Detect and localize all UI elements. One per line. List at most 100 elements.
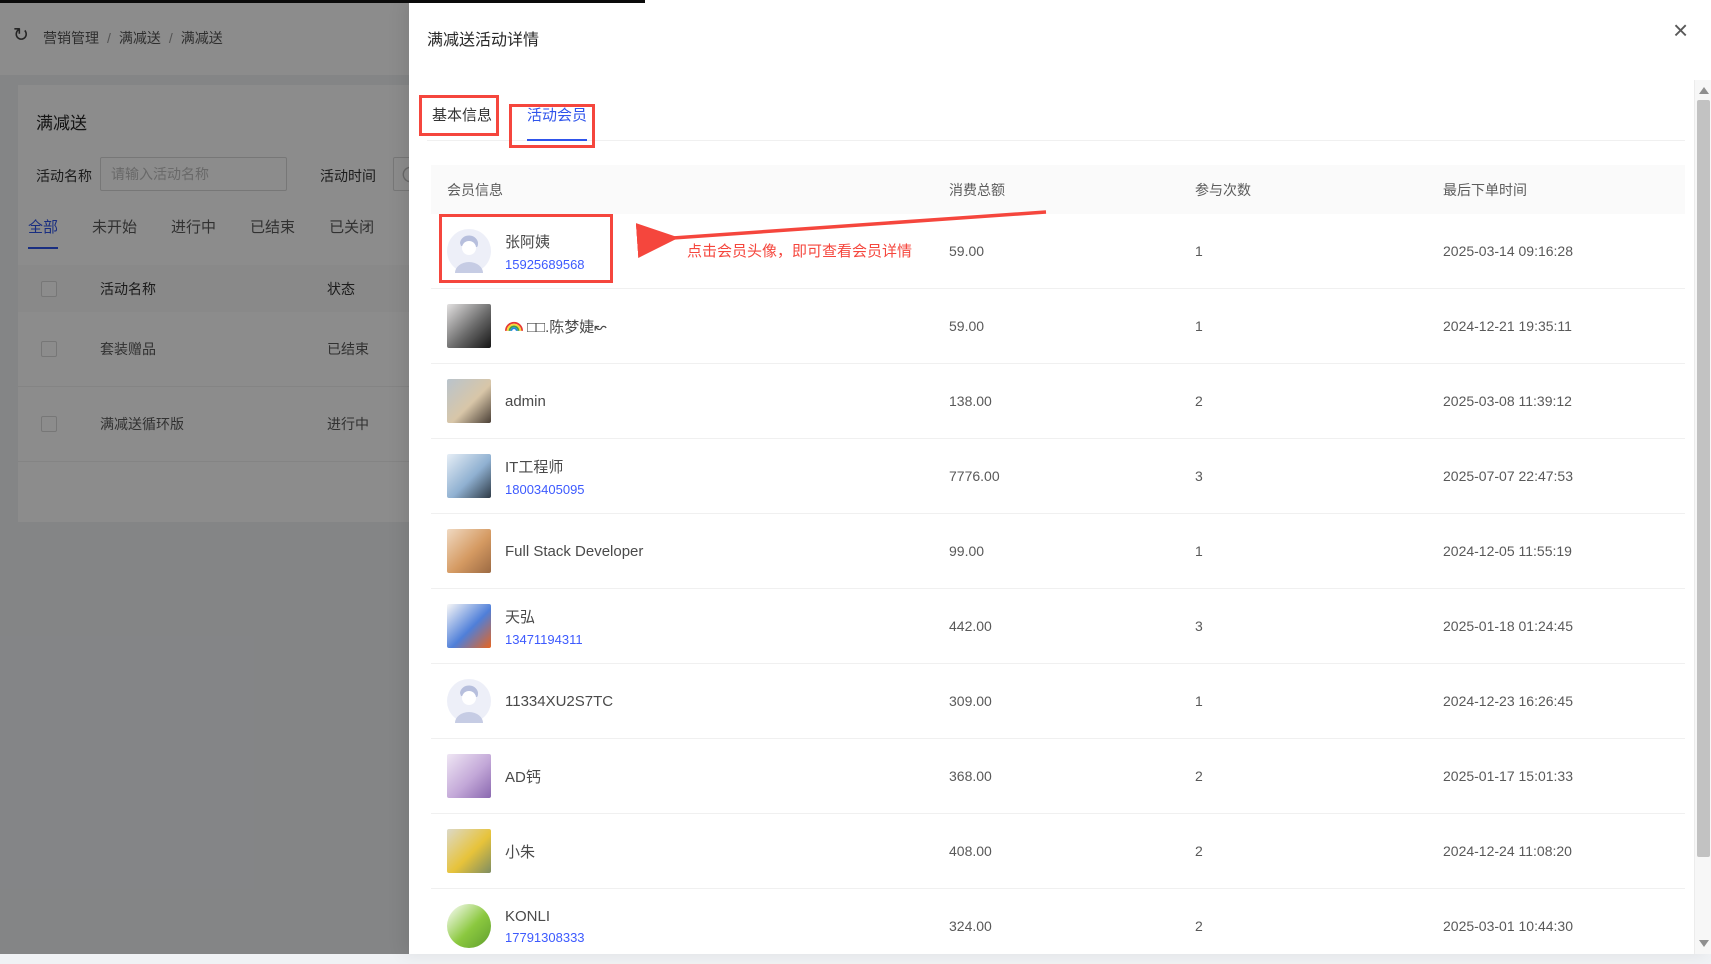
- member-name-block: 11334XU2S7TC: [505, 693, 613, 710]
- member-name-block: 天弘 13471194311: [505, 606, 583, 647]
- member-avatar[interactable]: [447, 829, 491, 873]
- member-info-cell: 张阿姨 15925689568: [447, 229, 585, 273]
- member-last-order: 2024-12-05 11:55:19: [1443, 543, 1572, 559]
- member-avatar[interactable]: [447, 529, 491, 573]
- drawer-scrollbar[interactable]: [1694, 80, 1711, 954]
- member-count: 2: [1195, 918, 1203, 934]
- member-name-block: Full Stack Developer: [505, 543, 643, 560]
- member-avatar[interactable]: [447, 604, 491, 648]
- member-last-order: 2025-01-18 01:24:45: [1443, 618, 1573, 634]
- member-row: 天弘 13471194311 442.00 3 2025-01-18 01:24:45: [431, 589, 1685, 664]
- member-row: 小朱 408.00 2 2024-12-24 11:08:20: [431, 814, 1685, 889]
- member-name-block: AD钙: [505, 766, 541, 787]
- member-name: admin: [505, 393, 546, 410]
- column-header: 会员信息: [447, 180, 503, 200]
- member-name: Full Stack Developer: [505, 543, 643, 560]
- member-phone-link[interactable]: 13471194311: [505, 632, 583, 647]
- window-top-strip: [0, 0, 645, 3]
- member-info-cell: 小朱: [447, 829, 535, 873]
- rainbow-icon: [505, 318, 523, 335]
- close-icon[interactable]: ×: [1673, 17, 1688, 43]
- member-last-order: 2025-03-01 10:44:30: [1443, 918, 1573, 934]
- drawer-title: 满减送活动详情: [427, 26, 539, 50]
- member-count: 2: [1195, 768, 1203, 784]
- member-info-cell: IT工程师 18003405095: [447, 454, 585, 498]
- member-row: AD钙 368.00 2 2025-01-17 15:01:33: [431, 739, 1685, 814]
- member-last-order: 2024-12-24 11:08:20: [1443, 843, 1572, 859]
- member-count: 1: [1195, 693, 1203, 709]
- member-info-cell: 天弘 13471194311: [447, 604, 583, 648]
- member-total: 59.00: [949, 318, 984, 334]
- member-row: □□.陈梦婕↜ 59.00 1 2024-12-21 19:35:11: [431, 289, 1685, 364]
- member-avatar[interactable]: [447, 379, 491, 423]
- member-avatar[interactable]: [447, 754, 491, 798]
- member-total: 442.00: [949, 618, 992, 634]
- members-table-header: 会员信息 消费总额 参与次数 最后下单时间: [431, 165, 1685, 214]
- member-info-cell: □□.陈梦婕↜: [447, 304, 607, 348]
- member-row: admin 138.00 2 2025-03-08 11:39:12: [431, 364, 1685, 439]
- member-row: 张阿姨1592568956859.0012025-03-14 09:16:28: [431, 214, 1685, 289]
- member-avatar[interactable]: [447, 454, 491, 498]
- drawer-tabs: 基本信息 活动会员: [427, 96, 1685, 141]
- member-name-block: IT工程师 18003405095: [505, 456, 585, 497]
- member-total: 59.00: [949, 243, 984, 259]
- member-avatar[interactable]: [447, 229, 491, 273]
- scroll-down-icon[interactable]: [1699, 940, 1709, 947]
- member-count: 1: [1195, 318, 1203, 334]
- member-name: KONLI: [505, 908, 585, 925]
- member-info-cell: 11334XU2S7TC: [447, 679, 613, 723]
- member-name-block: □□.陈梦婕↜: [505, 316, 607, 337]
- member-count: 2: [1195, 843, 1203, 859]
- member-count: 3: [1195, 618, 1203, 634]
- member-name: 天弘: [505, 606, 583, 627]
- member-total: 368.00: [949, 768, 992, 784]
- member-last-order: 2025-03-08 11:39:12: [1443, 393, 1572, 409]
- member-count: 1: [1195, 243, 1203, 259]
- member-last-order: 2025-07-07 22:47:53: [1443, 468, 1573, 484]
- member-total: 324.00: [949, 918, 992, 934]
- members-table: 会员信息 消费总额 参与次数 最后下单时间 张阿姨 15925689568 59.0…: [431, 165, 1685, 964]
- member-name: 小朱: [505, 841, 535, 862]
- member-name: IT工程师: [505, 456, 585, 477]
- member-count: 1: [1195, 543, 1203, 559]
- tab-activity-members[interactable]: 活动会员: [527, 104, 587, 141]
- member-avatar[interactable]: [447, 904, 491, 948]
- member-total: 138.00: [949, 393, 992, 409]
- member-name-block: 小朱: [505, 841, 535, 862]
- column-header: 最后下单时间: [1443, 180, 1527, 200]
- column-header: 参与次数: [1195, 180, 1251, 200]
- member-avatar[interactable]: [447, 304, 491, 348]
- member-name: 11334XU2S7TC: [505, 693, 613, 710]
- member-row: KONLI 17791308333 324.00 2 2025-03-01 10:44:…: [431, 889, 1685, 964]
- member-name: □□.陈梦婕↜: [505, 316, 607, 337]
- member-total: 7776.00: [949, 468, 1000, 484]
- member-phone-link[interactable]: 15925689568: [505, 257, 585, 272]
- member-last-order: 2025-01-17 15:01:33: [1443, 768, 1573, 784]
- scrollbar-thumb[interactable]: [1697, 100, 1710, 857]
- member-total: 408.00: [949, 843, 992, 859]
- member-row: IT工程师 18003405095 7776.00 3 2025-07-07 22:47…: [431, 439, 1685, 514]
- activity-detail-drawer: 满减送活动详情 × 基本信息 活动会员 会员信息 消费总额 参与次数 最后下单时…: [409, 0, 1711, 954]
- member-name-block: admin: [505, 393, 546, 410]
- member-name-block: 张阿姨 15925689568: [505, 231, 585, 272]
- member-last-order: 2024-12-23 16:26:45: [1443, 693, 1573, 709]
- member-name-block: KONLI 17791308333: [505, 908, 585, 945]
- member-row: 11334XU2S7TC 309.00 1 2024-12-23 16:26:45: [431, 664, 1685, 739]
- member-info-cell: AD钙: [447, 754, 541, 798]
- member-avatar[interactable]: [447, 679, 491, 723]
- member-name: AD钙: [505, 766, 541, 787]
- scroll-up-icon[interactable]: [1699, 87, 1709, 94]
- member-phone-link[interactable]: 17791308333: [505, 930, 585, 945]
- member-phone-link[interactable]: 18003405095: [505, 482, 585, 497]
- member-count: 2: [1195, 393, 1203, 409]
- member-total: 309.00: [949, 693, 992, 709]
- member-name: 张阿姨: [505, 231, 585, 252]
- member-info-cell: admin: [447, 379, 546, 423]
- member-count: 3: [1195, 468, 1203, 484]
- member-last-order: 2024-12-21 19:35:11: [1443, 318, 1572, 334]
- member-total: 99.00: [949, 543, 984, 559]
- modal-mask[interactable]: [0, 0, 409, 954]
- column-header: 消费总额: [949, 180, 1005, 200]
- annotation-text: 点击会员头像，即可查看会员详情: [687, 240, 912, 261]
- tab-basic-info[interactable]: 基本信息: [432, 104, 492, 141]
